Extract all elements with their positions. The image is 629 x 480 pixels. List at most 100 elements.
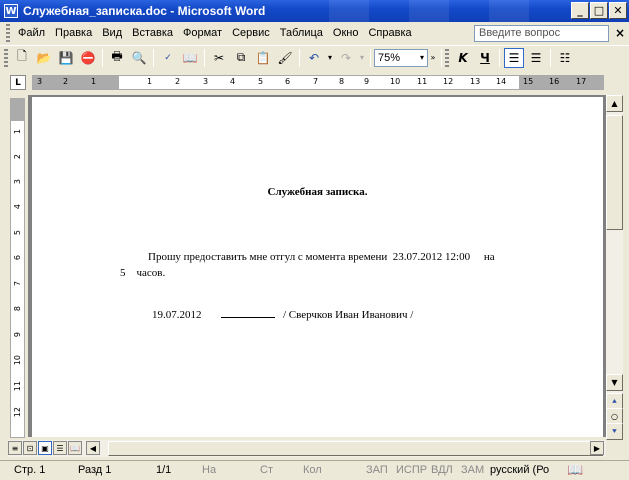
zoom-select[interactable]: 75% ▾	[374, 48, 428, 67]
signature-blank	[220, 308, 275, 318]
request-line-continued: 5 часов.	[120, 267, 166, 279]
menu-format[interactable]: Формат	[178, 27, 227, 39]
research-icon[interactable]: 📖	[180, 48, 200, 68]
request-line: Прошу предоставить мне отгул с момента в…	[148, 251, 495, 263]
underline-button[interactable]: Ч	[475, 48, 495, 68]
vertical-ruler[interactable]: 1 2 3 4 5 6 7 8 9 10 11 12	[10, 98, 25, 438]
reading-layout-icon[interactable]: 📖	[68, 441, 82, 455]
document-page[interactable]: Служебная записка. Прошу предоставить мн…	[32, 97, 603, 437]
status-pages: 1/1	[156, 464, 172, 476]
align-left-icon[interactable]: ☰	[504, 47, 524, 68]
new-document-icon[interactable]: 🗋	[12, 48, 32, 68]
menu-tools[interactable]: Сервис	[227, 27, 275, 39]
ruler-tick: 9	[13, 332, 22, 338]
menu-help[interactable]: Справка	[363, 27, 416, 39]
status-column: Кол	[303, 464, 322, 476]
cut-icon[interactable]: ✂	[209, 48, 229, 68]
status-record-macro[interactable]: ЗАП	[366, 464, 388, 476]
spelling-icon[interactable]: ✓	[158, 48, 178, 68]
status-at: На	[202, 464, 217, 476]
numbered-list-icon[interactable]: ☷	[555, 48, 575, 68]
memo-title: Служебная записка.	[267, 186, 368, 198]
scroll-up-icon[interactable]: ▲	[606, 95, 623, 112]
undo-dropdown-icon[interactable]: ▾	[326, 48, 334, 68]
bold-button[interactable]: K	[453, 48, 473, 68]
next-page-icon[interactable]: ⯆	[606, 423, 623, 440]
ruler-tick: 6	[285, 77, 291, 86]
menu-insert[interactable]: Вставка	[127, 27, 178, 39]
status-page: Стр. 1	[14, 464, 46, 476]
ruler-tick: 8	[339, 77, 345, 86]
ruler-tick: 7	[313, 77, 319, 86]
vertical-scrollbar[interactable]: ▲ ▼ ⯅ ○ ⯆	[606, 95, 623, 440]
menu-edit[interactable]: Правка	[50, 27, 97, 39]
menu-table[interactable]: Таблица	[275, 27, 328, 39]
menu-file[interactable]: Файл	[13, 27, 50, 39]
status-language[interactable]: русский (Ро	[490, 464, 549, 476]
ruler-bar: L 3 2 1 1 2 3 4 5 6 7 8 9 10 11 12 13 14…	[0, 72, 629, 92]
close-button[interactable]: ✕	[609, 2, 627, 19]
ruler-tick: 7	[13, 281, 22, 287]
ruler-tick: 13	[470, 77, 481, 86]
print-layout-icon[interactable]: ▣	[38, 441, 52, 455]
maximize-button[interactable]: □	[590, 2, 608, 19]
title-bar-decoration	[329, 0, 569, 22]
ruler-tick: 2	[175, 77, 181, 86]
ruler-tick: 11	[417, 77, 428, 86]
horizontal-ruler[interactable]: 3 2 1 1 2 3 4 5 6 7 8 9 10 11 12 13 14 1…	[32, 75, 604, 90]
ruler-tick: 10	[13, 355, 22, 366]
redo-icon[interactable]: ↷	[336, 48, 356, 68]
horizontal-scroll-thumb[interactable]	[108, 441, 603, 456]
format-painter-icon[interactable]: 🖌	[275, 48, 295, 68]
permission-icon[interactable]: ⛔	[78, 48, 98, 68]
ruler-tick: 3	[13, 179, 22, 185]
web-layout-icon[interactable]: ⊡	[23, 441, 37, 455]
scroll-down-icon[interactable]: ▼	[606, 374, 623, 391]
ruler-tick: 9	[364, 77, 370, 86]
toolbar-grip[interactable]	[4, 48, 8, 67]
scroll-left-icon[interactable]: ◀	[86, 441, 100, 455]
signatory-name: / Сверчков Иван Иванович /	[283, 309, 414, 321]
paste-icon[interactable]: 📋	[253, 48, 273, 68]
scroll-right-icon[interactable]: ▶	[590, 441, 604, 455]
print-icon[interactable]: 🖶	[107, 48, 127, 68]
save-icon[interactable]: 💾	[56, 48, 76, 68]
status-bar: Стр. 1 Разд 1 1/1 На Ст Кол ЗАП ИСПР ВДЛ…	[0, 460, 629, 480]
menu-grip[interactable]	[6, 24, 10, 42]
window-title: Служебная_записка.doc - Microsoft Word	[23, 4, 266, 18]
open-folder-icon[interactable]: 📂	[34, 48, 54, 68]
ruler-tick: 5	[258, 77, 264, 86]
standard-toolbar: 🗋 📂 💾 ⛔ 🖶 🔍 ✓ 📖 ✂ ⧉ 📋 🖌 ↶ ▾ ↷ ▾ 75% ▾ » …	[0, 45, 629, 69]
outline-view-icon[interactable]: ☰	[53, 441, 67, 455]
formatting-toolbar-grip[interactable]	[445, 48, 449, 67]
horizontal-scrollbar[interactable]: ≡ ⊡ ▣ ☰ 📖 ◀ ▶	[8, 440, 606, 457]
help-search-input[interactable]: Введите вопрос	[474, 25, 609, 42]
ruler-tick: 14	[496, 77, 507, 86]
align-center-icon[interactable]: ☰	[526, 48, 546, 68]
normal-view-icon[interactable]: ≡	[8, 441, 22, 455]
toolbar-options-icon[interactable]: »	[429, 48, 437, 68]
ruler-tick: 5	[13, 230, 22, 236]
close-document-icon[interactable]: ×	[615, 26, 625, 40]
print-preview-icon[interactable]: 🔍	[129, 48, 149, 68]
copy-icon[interactable]: ⧉	[231, 48, 251, 68]
minimize-button[interactable]: _	[571, 2, 589, 19]
ruler-tick: 3	[37, 77, 43, 86]
ruler-tick: 4	[13, 204, 22, 210]
signature-line: 19.07.2012 / Сверчков Иван Иванович /	[152, 308, 413, 321]
title-bar[interactable]: W Служебная_записка.doc - Microsoft Word…	[0, 0, 629, 22]
vertical-scroll-thumb[interactable]	[606, 115, 623, 230]
word-app-icon[interactable]: W	[4, 4, 18, 18]
ruler-tick: 3	[203, 77, 209, 86]
document-area: Служебная записка. Прошу предоставить мн…	[28, 95, 606, 437]
tab-selector-button[interactable]: L	[10, 75, 26, 90]
status-overtype[interactable]: ЗАМ	[461, 464, 484, 476]
status-extend-selection[interactable]: ВДЛ	[431, 464, 453, 476]
redo-dropdown-icon[interactable]: ▾	[358, 48, 366, 68]
spelling-status-icon[interactable]: 📖	[567, 462, 583, 478]
menu-window[interactable]: Окно	[328, 27, 364, 39]
menu-view[interactable]: Вид	[97, 27, 127, 39]
ruler-tick: 12	[13, 407, 22, 418]
status-track-changes[interactable]: ИСПР	[396, 464, 427, 476]
undo-icon[interactable]: ↶	[304, 48, 324, 68]
